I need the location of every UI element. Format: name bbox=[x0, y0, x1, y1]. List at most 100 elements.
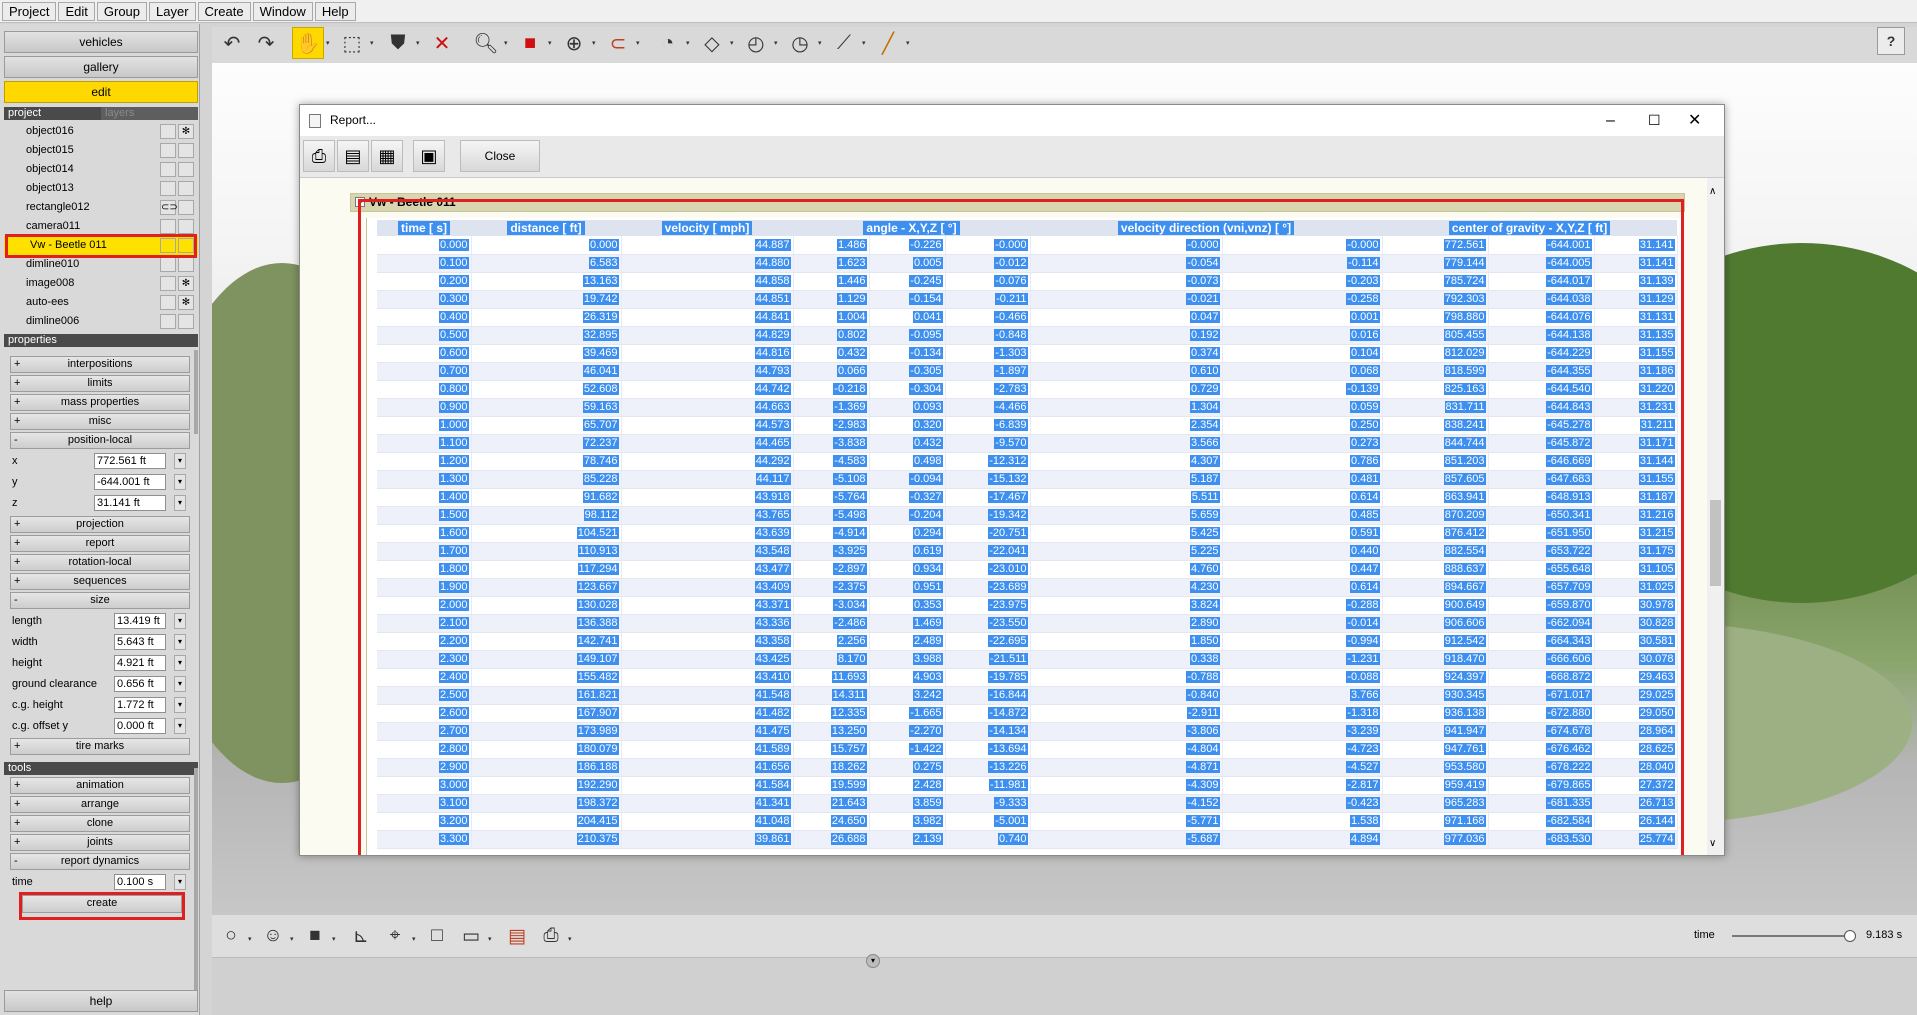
table-cell[interactable]: 0.066 bbox=[793, 362, 870, 381]
table-cell[interactable]: 0.250 bbox=[1222, 416, 1383, 435]
menu-layer[interactable]: Layer bbox=[149, 1, 196, 21]
table-cell[interactable]: 0.001 bbox=[1222, 308, 1383, 327]
table-cell[interactable]: 31.155 bbox=[1594, 344, 1678, 363]
measure-angle-icon[interactable]: ◔ bbox=[652, 27, 684, 59]
redo-icon[interactable]: ↷ bbox=[250, 27, 282, 59]
table-cell[interactable]: 204.415 bbox=[471, 812, 622, 831]
table-cell[interactable]: 0.294 bbox=[869, 524, 946, 543]
table-cell[interactable]: 4.230 bbox=[1030, 578, 1223, 597]
ruler-icon[interactable]: ╱ bbox=[872, 27, 904, 59]
table-cell[interactable]: 3.824 bbox=[1030, 596, 1223, 615]
table-cell[interactable]: 21.643 bbox=[793, 794, 870, 813]
table-cell[interactable]: -662.094 bbox=[1488, 614, 1595, 633]
table-cell[interactable]: 8.170 bbox=[793, 650, 870, 669]
table-cell[interactable]: 1.004 bbox=[793, 308, 870, 327]
table-cell[interactable]: 41.482 bbox=[621, 704, 794, 723]
table-cell[interactable]: -0.134 bbox=[869, 344, 946, 363]
table-cell[interactable]: -14.872 bbox=[945, 704, 1031, 723]
table-cell[interactable]: 924.397 bbox=[1382, 668, 1489, 687]
scroll-up-icon[interactable]: ∧ bbox=[1709, 186, 1716, 197]
table-cell[interactable]: 0.000 bbox=[471, 236, 622, 255]
table-cell[interactable]: -0.073 bbox=[1030, 272, 1223, 291]
table-cell[interactable]: 31.220 bbox=[1594, 380, 1678, 399]
list-item-selected[interactable]: Vw - Beetle 011 bbox=[4, 236, 198, 255]
table-cell[interactable]: 0.016 bbox=[1222, 326, 1383, 345]
time-step-spinner[interactable]: ▾ bbox=[174, 874, 186, 890]
table-cell[interactable]: -683.530 bbox=[1488, 830, 1595, 849]
table-cell[interactable]: 5.425 bbox=[1030, 524, 1223, 543]
rotation-local-section[interactable]: + rotation-local bbox=[10, 554, 190, 571]
table-cell[interactable]: 65.707 bbox=[471, 416, 622, 435]
table-cell[interactable]: 0.338 bbox=[1030, 650, 1223, 669]
table-cell[interactable]: 11.693 bbox=[793, 668, 870, 687]
table-cell[interactable]: 44.793 bbox=[621, 362, 794, 381]
table-cell[interactable]: 0.951 bbox=[869, 578, 946, 597]
table-cell[interactable]: 812.029 bbox=[1382, 344, 1489, 363]
table-cell[interactable]: 104.521 bbox=[471, 524, 622, 543]
table-row[interactable]: 1.400 91.682 43.918 -5.764 -0.327 -17.467 5.51… bbox=[377, 488, 1678, 507]
table-cell[interactable]: -1.422 bbox=[869, 740, 946, 759]
table-cell[interactable]: 24.650 bbox=[793, 812, 870, 831]
table-cell[interactable]: 31.135 bbox=[1594, 326, 1678, 345]
hand-pan-icon[interactable]: ✋ bbox=[292, 27, 324, 59]
table-cell[interactable]: -681.335 bbox=[1488, 794, 1595, 813]
table-cell[interactable]: 959.419 bbox=[1382, 776, 1489, 795]
table-cell[interactable]: -14.134 bbox=[945, 722, 1031, 741]
table-row[interactable]: 0.600 39.469 44.816 0.432 -0.134 -1.303 0.374 0… bbox=[377, 344, 1678, 363]
table-cell[interactable]: 32.895 bbox=[471, 326, 622, 345]
table-cell[interactable]: 5.659 bbox=[1030, 506, 1223, 525]
table-cell[interactable]: -23.975 bbox=[945, 596, 1031, 615]
table-cell[interactable]: 2.000 bbox=[377, 596, 472, 615]
create-button[interactable]: create bbox=[22, 895, 182, 913]
table-row[interactable]: 3.300 210.375 39.861 26.688 2.139 0.740 -5.687… bbox=[377, 830, 1678, 849]
table-cell[interactable]: 0.729 bbox=[1030, 380, 1223, 399]
table-cell[interactable]: 2.890 bbox=[1030, 614, 1223, 633]
table-cell[interactable]: 198.372 bbox=[471, 794, 622, 813]
tab-project[interactable]: project bbox=[4, 107, 101, 120]
table-cell[interactable]: -0.211 bbox=[945, 290, 1031, 309]
table-cell[interactable]: 857.605 bbox=[1382, 470, 1489, 489]
menu-create[interactable]: Create bbox=[197, 1, 251, 21]
collapse-toggle-icon[interactable]: − bbox=[355, 197, 365, 207]
table-cell[interactable]: 0.100 bbox=[377, 254, 472, 273]
table-cell[interactable]: 39.861 bbox=[621, 830, 794, 849]
cg-offset-field[interactable]: 0.000 ft bbox=[114, 718, 166, 734]
table-cell[interactable]: 0.800 bbox=[377, 380, 472, 399]
table-cell[interactable]: 44.858 bbox=[621, 272, 794, 291]
list-item[interactable]: rectangle012 ⊂⊃ bbox=[4, 198, 198, 217]
frame-square-icon[interactable]: □ bbox=[422, 921, 452, 951]
table-cell[interactable]: 31.141 bbox=[1594, 236, 1678, 255]
gauge-icon[interactable]: ◴ bbox=[740, 27, 772, 59]
close-icon[interactable]: ✕ bbox=[1688, 105, 1701, 136]
table-cell[interactable]: 2.500 bbox=[377, 686, 472, 705]
table-cell[interactable]: 98.112 bbox=[471, 506, 622, 525]
table-cell[interactable]: 41.584 bbox=[621, 776, 794, 795]
table-cell[interactable]: 851.203 bbox=[1382, 452, 1489, 471]
table-cell[interactable]: 44.465 bbox=[621, 434, 794, 453]
table-cell[interactable]: -4.914 bbox=[793, 524, 870, 543]
limits-section[interactable]: + limits bbox=[10, 375, 190, 392]
maximize-icon[interactable]: ☐ bbox=[1648, 105, 1661, 136]
table-cell[interactable]: 43.918 bbox=[621, 488, 794, 507]
table-cell[interactable]: 3.566 bbox=[1030, 434, 1223, 453]
zoom-icon[interactable]: 🔍︎ bbox=[470, 27, 502, 59]
table-cell[interactable]: 44.841 bbox=[621, 308, 794, 327]
table-cell[interactable]: -3.034 bbox=[793, 596, 870, 615]
table-cell[interactable]: 44.292 bbox=[621, 452, 794, 471]
table-cell[interactable]: -679.865 bbox=[1488, 776, 1595, 795]
z-spinner[interactable]: ▾ bbox=[174, 495, 186, 511]
table-cell[interactable]: -644.540 bbox=[1488, 380, 1595, 399]
table-cell[interactable]: 41.548 bbox=[621, 686, 794, 705]
table-cell[interactable]: -0.114 bbox=[1222, 254, 1383, 273]
undo-icon[interactable]: ↶ bbox=[216, 27, 248, 59]
table-cell[interactable]: 29.050 bbox=[1594, 704, 1678, 723]
table-cell[interactable]: 2.400 bbox=[377, 668, 472, 687]
delete-icon[interactable]: ✕ bbox=[426, 27, 458, 59]
table-cell[interactable]: 0.802 bbox=[793, 326, 870, 345]
table-cell[interactable]: 906.606 bbox=[1382, 614, 1489, 633]
table-cell[interactable]: -2.486 bbox=[793, 614, 870, 633]
table-row[interactable]: 2.500 161.821 41.548 14.311 3.242 -16.844 -0.8… bbox=[377, 686, 1678, 705]
table-cell[interactable]: -23.550 bbox=[945, 614, 1031, 633]
table-cell[interactable]: 888.637 bbox=[1382, 560, 1489, 579]
time-slider-knob[interactable] bbox=[1843, 930, 1856, 942]
